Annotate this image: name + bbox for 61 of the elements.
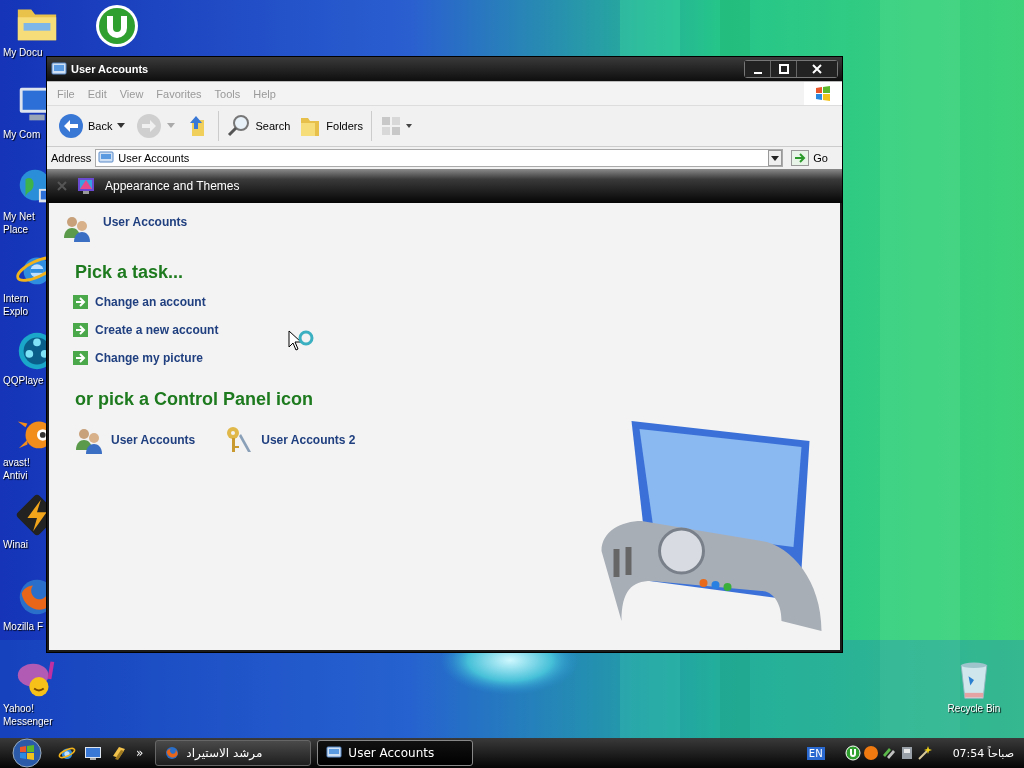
windows-flag-icon (814, 84, 832, 103)
minimize-button[interactable] (745, 61, 771, 77)
maximize-icon (778, 64, 789, 74)
icon-label: Antivi (3, 469, 28, 482)
dropdown-caret-icon[interactable] (117, 123, 126, 129)
taskbar-button[interactable]: User Accounts (317, 740, 474, 766)
search-icon (227, 114, 252, 138)
task-link[interactable]: Change my picture (95, 351, 204, 365)
arrow-icon (73, 351, 88, 365)
icon-label: QQPlaye (3, 374, 44, 387)
address-field[interactable]: User Accounts (95, 149, 784, 167)
network-icon[interactable] (880, 745, 897, 761)
icon-label: Recycle Bin (947, 702, 1001, 715)
address-label: Address (51, 152, 92, 164)
close-icon (812, 64, 822, 74)
taskbar-button[interactable]: مرشد الاستيراد (155, 740, 312, 766)
toolbar-button[interactable]: Back (55, 111, 116, 141)
wand-icon[interactable] (916, 745, 933, 761)
close-button[interactable] (797, 61, 837, 77)
section-heading: Pick a task... (75, 262, 185, 283)
switch-windows-icon[interactable] (110, 744, 128, 762)
icon-label: Yahoo! (3, 702, 34, 715)
category-title: Appearance and Themes (105, 179, 240, 193)
icon-label: Intern (3, 292, 29, 305)
control-panel-link[interactable]: User Accounts (111, 433, 196, 447)
monitor-icon (77, 177, 95, 195)
section-heading: or pick a Control Panel icon (75, 389, 315, 410)
task-link[interactable]: Create a new account (95, 323, 219, 337)
clock[interactable]: 07:54 صباحاً (952, 746, 1014, 760)
control-panel-icon (98, 151, 115, 165)
icon-label: Explo (3, 305, 28, 318)
overflow-chevron[interactable]: » (136, 746, 144, 760)
toolbar-button[interactable]: Folders (295, 112, 366, 140)
toolbar-button[interactable]: Search (224, 112, 294, 140)
icon-label: Messenger (3, 715, 53, 728)
control-panel-icon (326, 746, 343, 760)
arrow-icon (73, 323, 88, 337)
task-link[interactable]: Change an account (95, 295, 206, 309)
icon-label: Mozilla F (3, 620, 43, 633)
desktop-icon[interactable] (84, 744, 102, 762)
views-icon (380, 114, 414, 138)
window-app-icon (51, 61, 67, 77)
icon-label: Winai (3, 538, 28, 551)
icon-label: Place (3, 223, 28, 236)
arrow-icon (73, 295, 88, 309)
icon-label: avast! (3, 456, 30, 469)
icon-label: My Docu (3, 46, 43, 59)
maximize-button[interactable] (771, 61, 797, 77)
language-indicator[interactable]: EN (806, 746, 825, 760)
header-link[interactable]: User Accounts (103, 215, 188, 229)
ball-icon[interactable] (862, 745, 879, 761)
torrent-icon[interactable] (844, 745, 861, 761)
window-title: User Accounts (71, 63, 149, 75)
dropdown-caret-icon[interactable] (768, 150, 783, 166)
control-panel-link[interactable]: User Accounts 2 (261, 433, 356, 447)
minimize-icon (753, 71, 762, 74)
icon-label: My Com (3, 128, 41, 141)
icon-label: My Net (3, 210, 35, 223)
go-button[interactable]: Go (787, 150, 838, 166)
torrent-icon (93, 2, 141, 50)
firefox-icon (164, 745, 181, 761)
